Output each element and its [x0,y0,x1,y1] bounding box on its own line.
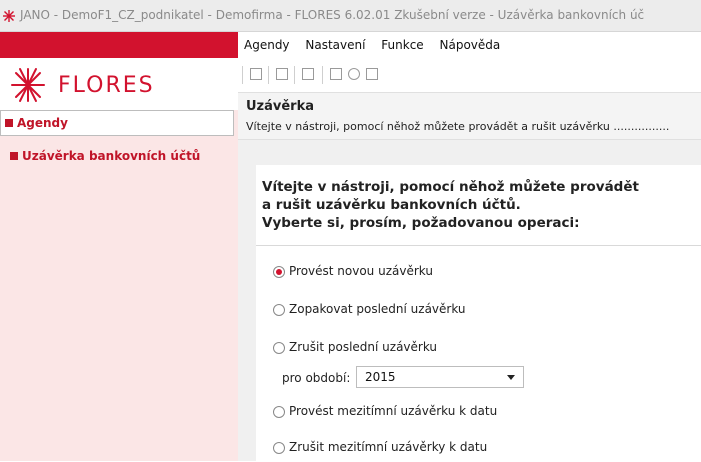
menu-nastaveni[interactable]: Nastavení [305,32,365,58]
sidebar-agendy-button[interactable]: Agendy [0,110,234,136]
info-icon[interactable] [366,68,378,80]
brand-strip [0,32,238,58]
option-label[interactable]: Provést novou uzávěrku [289,264,433,278]
chat-icon[interactable] [348,68,360,80]
window-title: JANO - DemoF1_CZ_podnikatel - Demofirma … [20,8,645,22]
logo-text: FLORES [58,73,155,98]
menu-agendy[interactable]: Agendy [244,32,290,58]
bullet-icon [10,152,18,160]
page-header: Uzávěrka Vítejte v nástroji, pomocí něho… [238,92,701,140]
period-label: pro období: [282,371,351,385]
open-icon[interactable] [250,68,262,80]
flores-asterisk-icon [3,9,15,22]
options-box: Provést novou uzávěrku Zopakovat posledn… [256,245,701,462]
radio-cancel-interim[interactable] [273,442,285,454]
list-icon[interactable] [302,68,314,80]
radio-interim-closing[interactable] [273,406,285,418]
sidebar-item-uzaverka[interactable]: Uzávěrka bankovních účtů [0,146,238,166]
radio-new-closing[interactable] [273,266,285,278]
menu-bar: Agendy Nastavení Funkce Nápověda [238,32,701,58]
option-label[interactable]: Zrušit poslední uzávěrku [289,340,437,354]
wizard-heading: Vítejte v nástroji, pomocí něhož můžete … [262,178,682,232]
sidebar-agendy-label: Agendy [17,116,68,130]
page-title: Uzávěrka [246,99,315,114]
close-icon[interactable] [276,68,288,80]
toolbar [238,58,701,92]
toolbar-separator [322,66,323,84]
flores-logo: FLORES [0,58,238,110]
toolbar-separator [242,66,243,84]
window-titlebar: JANO - DemoF1_CZ_podnikatel - Demofirma … [0,0,701,32]
toolbar-separator [294,66,295,84]
period-value: 2015 [365,370,396,384]
radio-repeat-last[interactable] [273,304,285,316]
bullet-icon [5,119,13,127]
flores-logo-icon [11,68,45,102]
option-label[interactable]: Zrušit mezitímní uzávěrky k datu [289,440,487,454]
radio-cancel-last[interactable] [273,342,285,354]
option-label[interactable]: Provést mezitímní uzávěrku k datu [289,404,497,418]
option-label[interactable]: Zopakovat poslední uzávěrku [289,302,466,316]
menu-napoveda[interactable]: Nápověda [440,32,501,58]
heading-line: Vyberte si, prosím, požadovanou operaci: [262,215,580,231]
wizard-panel: Vítejte v nástroji, pomocí něhož můžete … [256,165,701,462]
help-icon[interactable] [330,68,342,80]
menu-funkce[interactable]: Funkce [381,32,423,58]
heading-line: a rušit uzávěrku bankovních účtů. [262,197,521,213]
period-select[interactable]: 2015 [356,366,524,388]
sidebar: FLORES Agendy Uzávěrka bankovních účtů [0,58,239,461]
toolbar-separator [268,66,269,84]
chevron-down-icon [507,375,515,380]
sidebar-item-label: Uzávěrka bankovních účtů [22,149,201,163]
heading-line: Vítejte v nástroji, pomocí něhož můžete … [262,179,639,195]
page-subtitle: Vítejte v nástroji, pomocí něhož můžete … [246,120,670,133]
